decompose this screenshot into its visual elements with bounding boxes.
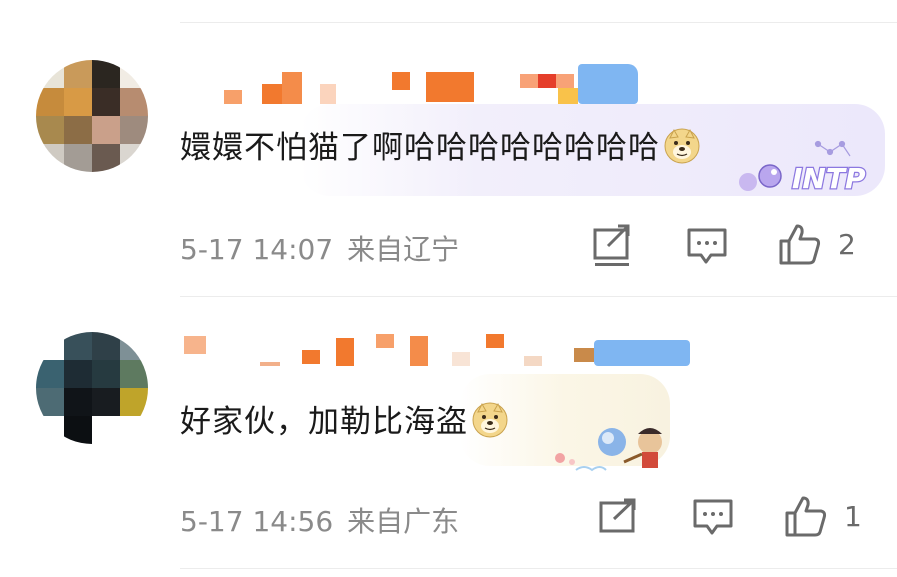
like-count: 2 xyxy=(838,227,856,261)
like-icon xyxy=(779,224,821,265)
intp-badge: INTP xyxy=(739,140,867,196)
doge-emoji-icon xyxy=(472,402,508,438)
comment-location: 来自广东 xyxy=(347,505,460,538)
comment-text: 嬛嬛不怕猫了啊哈哈哈哈哈哈哈哈 xyxy=(180,122,700,167)
comment-location: 来自辽宁 xyxy=(347,233,460,266)
like-count: 1 xyxy=(844,499,862,533)
comment-icon xyxy=(693,499,733,535)
comment-text: 好家伙，加勒比海盗 xyxy=(180,396,508,441)
repost-icon xyxy=(599,498,636,533)
avatar[interactable] xyxy=(36,332,148,444)
comment-time: 5-17 14:56 xyxy=(180,505,334,538)
repost-icon xyxy=(593,224,630,266)
like-button[interactable]: 2 xyxy=(778,222,856,266)
comment-meta: 5-17 14:56 来自广东 xyxy=(180,500,459,540)
comment-item: 好家伙，加勒比海盗 5-17 14:56 来自广东 1 xyxy=(0,296,897,577)
doge-emoji-icon xyxy=(664,128,700,164)
comment-item: 嬛嬛不怕猫了啊哈哈哈哈哈哈哈哈 INTP 5-17 14:07 来自辽宁 2 xyxy=(0,0,897,300)
avatar[interactable] xyxy=(36,60,148,172)
sticker-decoration xyxy=(555,428,662,472)
repost-button[interactable] xyxy=(598,498,638,534)
comment-text-content: 好家伙，加勒比海盗 xyxy=(180,404,468,440)
repost-button[interactable] xyxy=(592,224,634,268)
bottom-divider xyxy=(180,568,897,569)
comment-button[interactable] xyxy=(692,498,734,536)
comment-meta: 5-17 14:07 来自辽宁 xyxy=(180,228,459,268)
comment-text-content: 嬛嬛不怕猫了啊哈哈哈哈哈哈哈哈 xyxy=(180,130,660,166)
comment-icon xyxy=(687,228,727,264)
username-blurred[interactable] xyxy=(180,330,700,378)
comment-button[interactable] xyxy=(686,227,728,265)
badge-text: INTP xyxy=(792,162,866,195)
like-button[interactable]: 1 xyxy=(784,494,862,538)
comment-time: 5-17 14:07 xyxy=(180,233,334,266)
like-icon xyxy=(785,496,827,537)
username-blurred[interactable] xyxy=(180,58,650,106)
